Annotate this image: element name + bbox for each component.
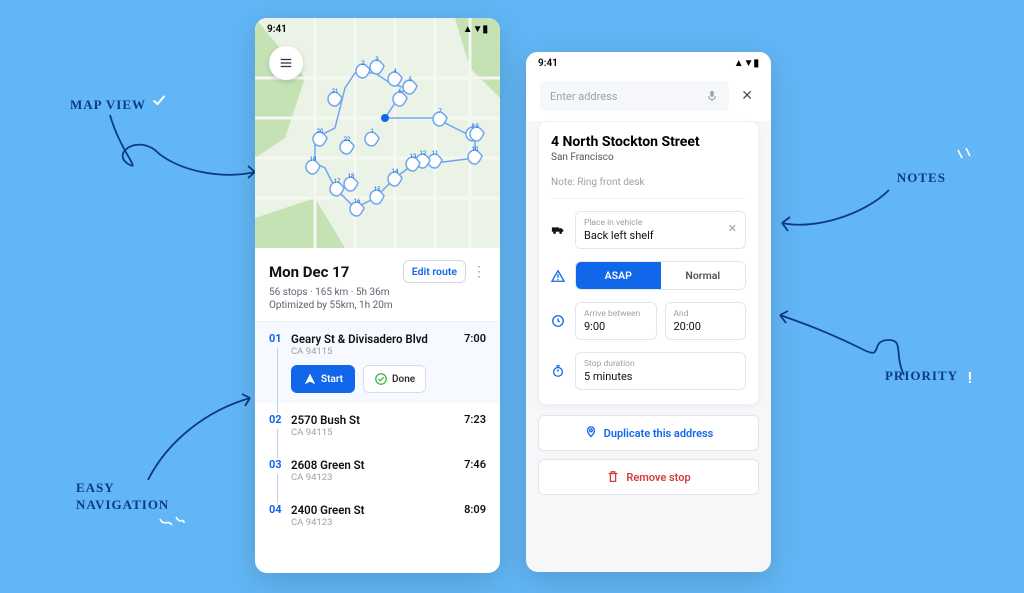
status-time: 9:41 <box>267 24 287 35</box>
trash-icon <box>606 470 620 484</box>
note-field[interactable]: Note: Ring front desk <box>551 177 746 199</box>
checkmark-icon <box>152 94 166 108</box>
svg-text:17: 17 <box>334 178 341 185</box>
stop-number: 04 <box>269 503 291 528</box>
stop-name: 2608 Green St <box>291 458 464 472</box>
stop-item[interactable]: 02 2570 Bush StCA 94115 7:23 <box>255 403 500 448</box>
address-card: 4 North Stockton Street San Francisco No… <box>538 121 759 405</box>
menu-button[interactable] <box>269 46 303 80</box>
edit-route-button[interactable]: Edit route <box>403 260 466 283</box>
svg-text:1: 1 <box>370 128 373 135</box>
alert-triangle-icon <box>551 269 565 283</box>
stop-item[interactable]: 03 2608 Green StCA 94123 7:46 <box>255 448 500 493</box>
svg-text:13: 13 <box>410 153 417 160</box>
priority-normal[interactable]: Normal <box>661 262 746 289</box>
status-icons: ▲▼▮ <box>463 24 488 35</box>
truck-icon <box>551 223 565 237</box>
stop-item[interactable]: 01 Geary St & Divisadero Blvd CA 94115 S… <box>255 322 500 403</box>
address-search-input[interactable]: Enter address <box>540 81 729 111</box>
svg-text:10: 10 <box>472 146 479 153</box>
svg-text:3: 3 <box>375 56 378 63</box>
map-view[interactable]: 2 3 4 5 6 7 8 9 10 11 12 13 14 15 16 17 … <box>255 18 500 248</box>
address-city: San Francisco <box>551 152 746 163</box>
stop-sub: CA 94115 <box>291 346 464 357</box>
address-title: 4 North Stockton Street <box>551 134 746 150</box>
stop-number: 02 <box>269 413 291 438</box>
priority-asap[interactable]: ASAP <box>576 262 661 289</box>
svg-text:9: 9 <box>475 123 478 130</box>
svg-text:20: 20 <box>317 128 324 135</box>
mic-icon[interactable] <box>705 89 719 103</box>
search-placeholder: Enter address <box>550 90 617 103</box>
status-bar: 9:41 ▲▼▮ <box>526 52 771 71</box>
done-button[interactable]: Done <box>363 365 426 393</box>
annotation-notes: NOTES <box>897 170 946 186</box>
stop-name: 2400 Green St <box>291 503 464 517</box>
hamburger-icon <box>279 56 293 70</box>
phone-route-list: 2 3 4 5 6 7 8 9 10 11 12 13 14 15 16 17 … <box>255 18 500 573</box>
status-time: 9:41 <box>538 58 558 69</box>
phone-stop-detail: 9:41 ▲▼▮ Enter address ✕ 4 North Stockto… <box>526 52 771 572</box>
svg-text:21: 21 <box>332 88 339 95</box>
arrive-to-input[interactable]: And 20:00 <box>665 302 747 340</box>
remove-stop-button[interactable]: Remove stop <box>538 459 759 495</box>
stop-number: 01 <box>269 332 291 393</box>
svg-text:12: 12 <box>420 150 427 157</box>
route-stats: 56 stops · 165 km · 5h 36m <box>269 287 486 298</box>
place-label: Place in vehicle <box>584 218 737 228</box>
stop-item[interactable]: 04 2400 Green StCA 94123 8:09 <box>255 493 500 538</box>
clear-place-button[interactable]: ✕ <box>728 222 737 235</box>
arrow-easynav <box>138 390 258 490</box>
stop-time: 7:46 <box>464 458 486 483</box>
arrow-notes <box>774 185 894 245</box>
start-button[interactable]: Start <box>291 365 355 393</box>
clock-icon <box>551 314 565 328</box>
stop-name: 2570 Bush St <box>291 413 464 427</box>
check-circle-icon <box>374 372 388 386</box>
svg-text:18: 18 <box>348 173 355 180</box>
arrow-mapview <box>100 110 260 200</box>
navigate-icon <box>303 372 317 386</box>
stopwatch-icon <box>551 364 565 378</box>
priority-segmented: ASAP Normal <box>575 261 746 290</box>
stop-time: 8:09 <box>464 503 486 528</box>
svg-text:22: 22 <box>344 136 351 143</box>
stop-sub: CA 94123 <box>291 517 464 528</box>
svg-text:19: 19 <box>310 156 317 163</box>
status-icons: ▲▼▮ <box>734 58 759 69</box>
route-optimized: Optimized by 55km, 1h 20m <box>269 300 486 311</box>
stops-list: 01 Geary St & Divisadero Blvd CA 94115 S… <box>255 321 500 538</box>
place-value: Back left shelf <box>584 229 737 242</box>
stop-time: 7:23 <box>464 413 486 438</box>
route-date: Mon Dec 17 <box>269 263 349 281</box>
arrow-priority <box>774 305 914 385</box>
stop-time: 7:00 <box>464 332 486 393</box>
stop-name: Geary St & Divisadero Blvd <box>291 332 464 346</box>
pin-duplicate-icon <box>584 426 598 440</box>
close-button[interactable]: ✕ <box>737 84 757 108</box>
stop-duration-input[interactable]: Stop duration 5 minutes <box>575 352 746 390</box>
exclamation-icon: ! <box>968 368 972 387</box>
more-menu-button[interactable]: ⋮ <box>472 264 486 280</box>
stop-sub: CA 94123 <box>291 472 464 483</box>
spark-icon <box>956 148 974 168</box>
stop-number: 03 <box>269 458 291 483</box>
svg-text:14: 14 <box>392 168 399 175</box>
place-in-vehicle-input[interactable]: Place in vehicle Back left shelf ✕ <box>575 211 746 249</box>
svg-text:16: 16 <box>354 198 361 205</box>
svg-text:11: 11 <box>432 150 439 157</box>
svg-text:15: 15 <box>374 186 381 193</box>
status-bar: 9:41 ▲▼▮ <box>255 18 500 37</box>
arrive-from-input[interactable]: Arrive between 9:00 <box>575 302 657 340</box>
spark-icon <box>158 515 186 531</box>
route-summary: Mon Dec 17 Edit route ⋮ 56 stops · 165 k… <box>255 248 500 321</box>
duplicate-address-button[interactable]: Duplicate this address <box>538 415 759 451</box>
stop-sub: CA 94115 <box>291 427 464 438</box>
